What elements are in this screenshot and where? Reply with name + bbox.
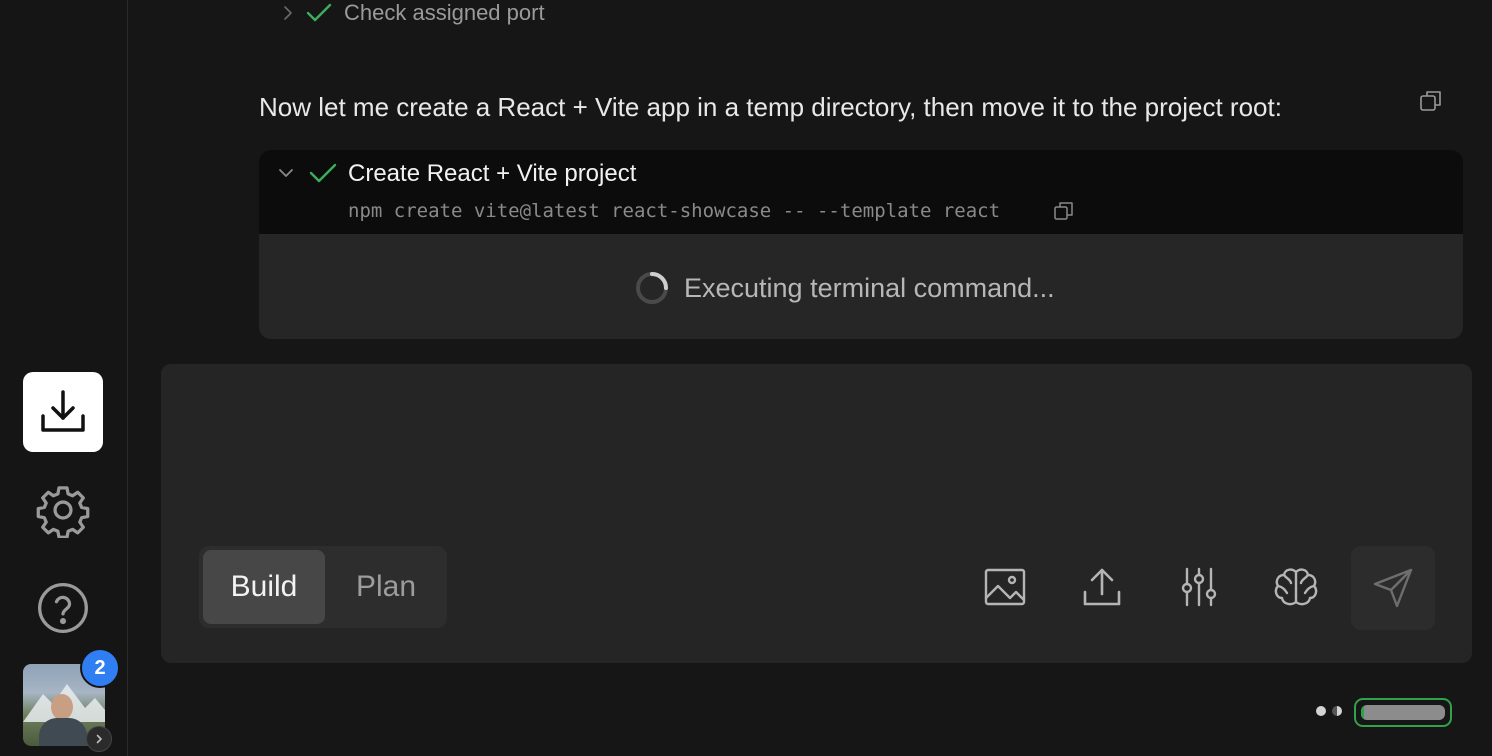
copy-icon xyxy=(1054,202,1073,220)
mode-plan-button[interactable]: Plan xyxy=(329,550,443,624)
mode-build-button[interactable]: Build xyxy=(203,550,325,624)
status-dot xyxy=(1316,706,1326,716)
help-button[interactable] xyxy=(23,568,103,648)
mode-toggle: Build Plan xyxy=(199,546,447,628)
download-icon xyxy=(41,390,85,432)
avatar-body xyxy=(39,718,87,746)
command-title: Create React + Vite project xyxy=(348,160,637,187)
command-card-header[interactable]: Create React + Vite project npm create v… xyxy=(259,150,1463,234)
image-icon xyxy=(984,568,1026,606)
command-text: npm create vite@latest react-showcase --… xyxy=(348,200,1001,222)
sliders-icon xyxy=(1181,567,1217,607)
brain-icon xyxy=(1274,568,1318,606)
settings-button[interactable] xyxy=(23,470,103,550)
upload-button[interactable] xyxy=(1077,562,1127,612)
send-icon xyxy=(1373,568,1413,608)
sidebar: 2 xyxy=(0,0,128,756)
usage-meter-track xyxy=(1361,705,1445,720)
assistant-message: Now let me create a React + Vite app in … xyxy=(259,92,1282,122)
check-icon xyxy=(309,163,337,183)
spinner-icon xyxy=(636,272,668,304)
avatar-face xyxy=(51,694,73,720)
download-button[interactable] xyxy=(23,372,103,452)
check-icon xyxy=(306,3,332,22)
chevron-right-icon xyxy=(96,734,102,744)
notification-badge: 2 xyxy=(80,648,120,688)
upload-icon xyxy=(1083,568,1121,606)
chevron-right-icon xyxy=(284,6,292,20)
copy-icon xyxy=(1420,91,1441,111)
step-check-assigned-port[interactable]: Check assigned port xyxy=(282,0,545,26)
connection-indicator xyxy=(1316,706,1342,716)
attach-image-button[interactable] xyxy=(980,562,1030,612)
usage-meter-fill xyxy=(1361,705,1364,720)
gear-icon xyxy=(36,486,90,538)
command-card: Create React + Vite project npm create v… xyxy=(259,150,1463,339)
status-text: Executing terminal command... xyxy=(684,272,1055,303)
help-icon xyxy=(38,583,88,633)
executing-status: Executing terminal command... xyxy=(634,270,1055,306)
copy-message-button[interactable] xyxy=(1418,88,1444,119)
copy-command-button[interactable] xyxy=(1053,200,1075,227)
chevron-down-icon xyxy=(279,169,293,177)
account-menu-button[interactable] xyxy=(86,726,112,752)
status-dot xyxy=(1332,706,1342,716)
settings-sliders-button[interactable] xyxy=(1174,562,1224,612)
composer[interactable]: Build Plan xyxy=(161,364,1472,663)
send-button[interactable] xyxy=(1351,546,1435,630)
step-label: Check assigned port xyxy=(344,0,545,25)
model-button[interactable] xyxy=(1271,562,1321,612)
usage-meter[interactable] xyxy=(1354,698,1452,727)
